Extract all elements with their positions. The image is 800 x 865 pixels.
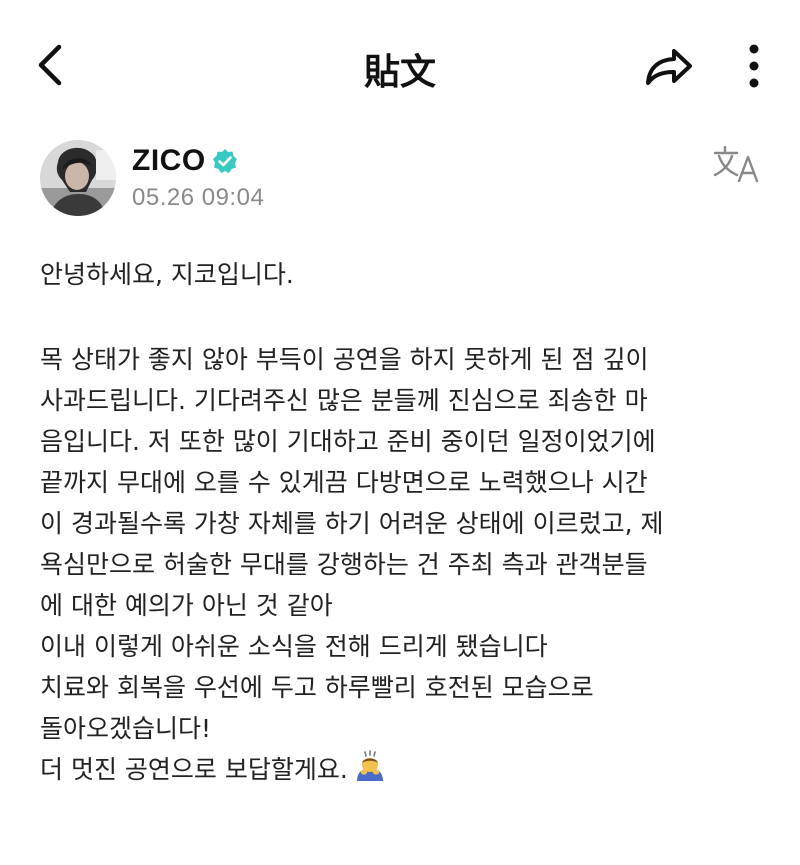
back-button[interactable]	[28, 40, 72, 90]
share-button[interactable]	[640, 42, 698, 92]
post-body: 안녕하세요, 지코입니다. 목 상태가 좋지 않아 부득이 공연을 하지 못하게…	[40, 254, 770, 790]
share-arrow-icon	[646, 49, 692, 85]
avatar[interactable]	[40, 140, 116, 216]
post-line: 목 상태가 좋지 않아 부득이 공연을 하지 못하게 된 점 깊이	[40, 345, 649, 374]
post-last-line: 더 멋진 공연으로 보답할게요.	[40, 749, 770, 790]
post-line: 사과드립니다. 기다려주신 많은 분들께 진심으로 죄송한 마	[40, 386, 648, 415]
post-timestamp: 05.26 09:04	[132, 184, 265, 211]
post-line: 이내 이렇게 아쉬운 소식을 전해 드리게 됐습니다	[40, 632, 548, 661]
post-line: 욕심만으로 허술한 무대를 강행하는 건 주최 측과 관객분들	[40, 550, 648, 579]
post-line: 이 경과될수록 가창 자체를 하기 어려운 상태에 이르렀고, 제	[40, 509, 664, 538]
translate-button[interactable]	[712, 142, 762, 186]
post-line: 끝까지 무대에 오를 수 있게끔 다방면으로 노력했으나 시간	[40, 468, 648, 497]
post-author: ZICO 05.26 09:04	[40, 140, 760, 220]
author-name[interactable]: ZICO	[132, 144, 206, 178]
post-line: 돌아오겠습니다!	[40, 714, 212, 743]
more-options-button[interactable]	[734, 38, 774, 94]
top-bar: 貼文	[0, 0, 800, 130]
post-greeting: 안녕하세요, 지코입니다.	[40, 260, 294, 289]
author-name-row: ZICO	[132, 144, 238, 178]
post-line: 에 대한 예의가 아닌 것 같아	[40, 591, 333, 620]
post-line: 치료와 회복을 우선에 두고 하루빨리 호전된 모습으로	[40, 673, 594, 702]
bowing-person-icon	[354, 750, 386, 782]
verified-badge-icon	[212, 148, 238, 174]
post-line: 음입니다. 저 또한 많이 기대하고 준비 중이던 일정이었기에	[40, 427, 656, 456]
vertical-dots-icon	[749, 44, 759, 88]
post-line-text: 더 멋진 공연으로 보답할게요.	[40, 755, 348, 784]
translate-icon	[713, 145, 759, 183]
chevron-left-icon	[38, 44, 62, 86]
